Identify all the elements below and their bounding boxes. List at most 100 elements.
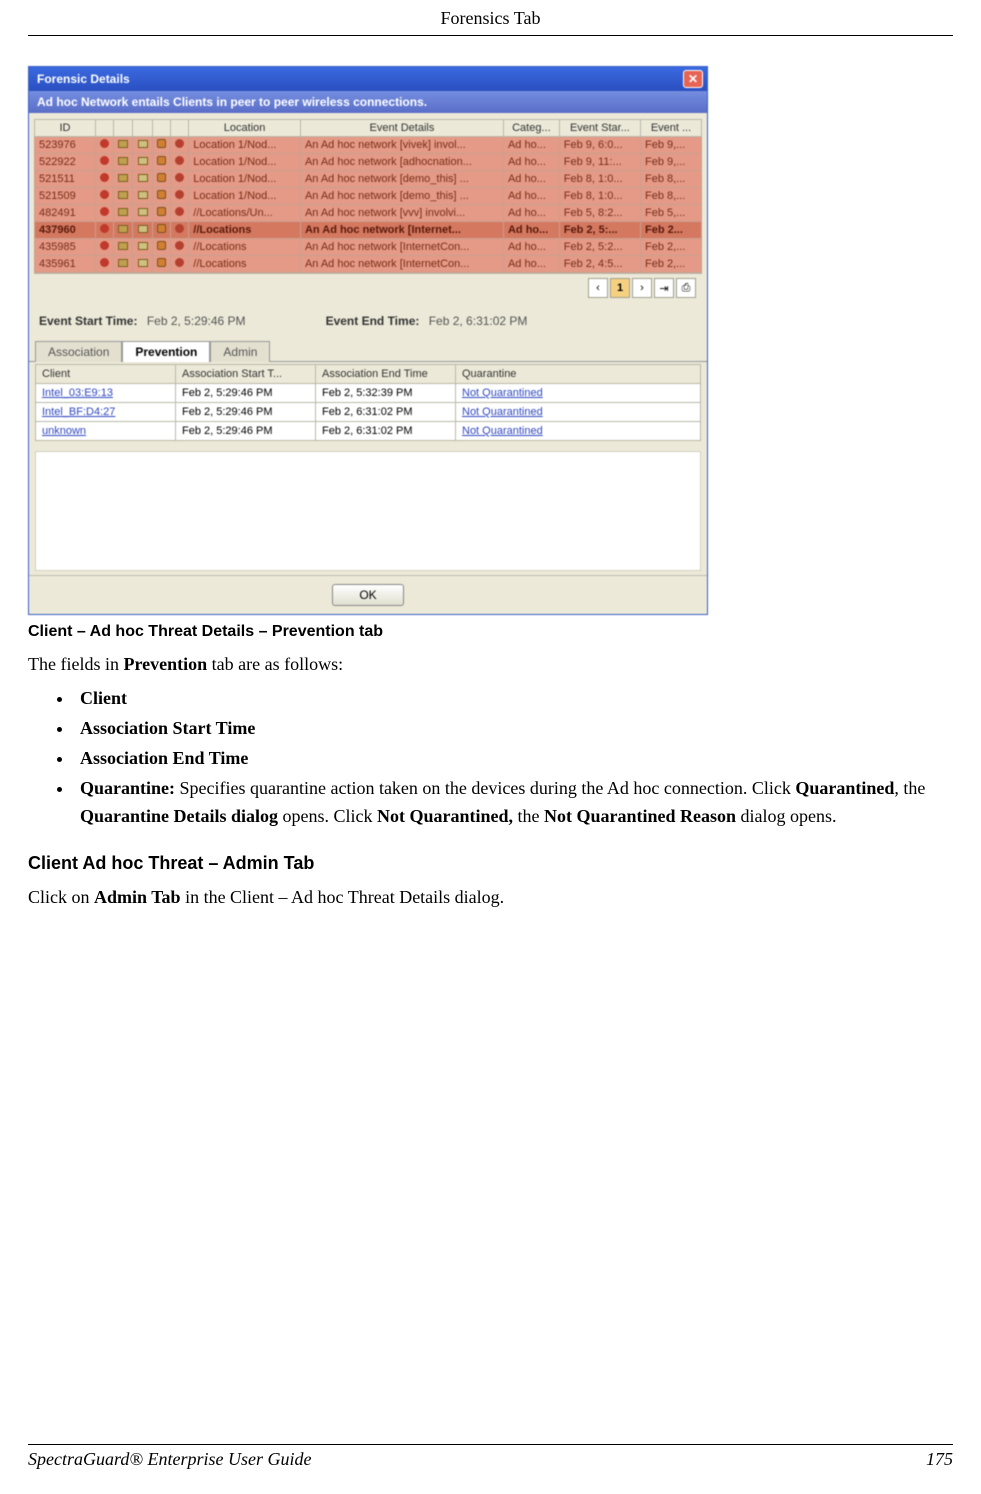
forensic-details-dialog: Forensic Details ✕ Ad hoc Network entail… bbox=[28, 66, 708, 615]
cell-assoc-end: Feb 2, 6:31:02 PM bbox=[316, 403, 456, 422]
cell-id: 435985 bbox=[35, 239, 96, 256]
table-row[interactable]: 523976Location 1/Nod...An Ad hoc network… bbox=[35, 137, 702, 154]
col-assoc-start[interactable]: Association Start T... bbox=[176, 365, 316, 384]
cell-end: Feb 8,... bbox=[641, 188, 702, 205]
alert-icon bbox=[95, 239, 113, 256]
table-row[interactable]: 435985//LocationsAn Ad hoc network [Inte… bbox=[35, 239, 702, 256]
flag-icon bbox=[133, 205, 152, 222]
table-row[interactable]: 482491//Locations/Un...An Ad hoc network… bbox=[35, 205, 702, 222]
device-icon bbox=[114, 205, 133, 222]
cell-location: Location 1/Nod... bbox=[189, 188, 301, 205]
print-icon[interactable]: ⎙ bbox=[676, 278, 696, 298]
admin-paragraph: Click on Admin Tab in the Client – Ad ho… bbox=[28, 884, 953, 910]
device-icon bbox=[114, 154, 133, 171]
col-client[interactable]: Client bbox=[36, 365, 176, 384]
alert-icon bbox=[95, 222, 113, 239]
cell-details: An Ad hoc network [demo_this] ... bbox=[300, 188, 503, 205]
ok-button[interactable]: OK bbox=[332, 584, 403, 606]
alert-icon bbox=[95, 205, 113, 222]
table-row[interactable]: 521509Location 1/Nod...An Ad hoc network… bbox=[35, 188, 702, 205]
cell-assoc-end: Feb 2, 5:32:39 PM bbox=[316, 384, 456, 403]
cell-location: Location 1/Nod... bbox=[189, 154, 301, 171]
lock-icon bbox=[152, 205, 170, 222]
client-link[interactable]: Intel_BF:D4:27 bbox=[36, 403, 176, 422]
pager-page-button[interactable]: 1 bbox=[610, 278, 630, 298]
tab-admin[interactable]: Admin bbox=[210, 341, 270, 362]
cell-location: Location 1/Nod... bbox=[189, 137, 301, 154]
end-time-value: Feb 2, 6:31:02 PM bbox=[429, 314, 528, 328]
section-heading-admin: Client Ad hoc Threat – Admin Tab bbox=[28, 853, 953, 874]
lock-icon bbox=[152, 137, 170, 154]
list-item: Client bbox=[74, 685, 953, 713]
col-end[interactable]: Event ... bbox=[641, 120, 702, 137]
cell-start: Feb 8, 1:0... bbox=[559, 188, 640, 205]
subtabs: Association Prevention Admin bbox=[29, 340, 707, 362]
status-icon bbox=[171, 222, 189, 239]
cell-category: Ad ho... bbox=[503, 154, 559, 171]
pager-jump-button[interactable]: ⇥ bbox=[654, 278, 674, 298]
cell-category: Ad ho... bbox=[503, 137, 559, 154]
cell-location: //Locations bbox=[189, 256, 301, 273]
list-item: Quarantine: Specifies quarantine action … bbox=[74, 775, 953, 831]
cell-details: An Ad hoc network [vivek] invol... bbox=[300, 137, 503, 154]
cell-category: Ad ho... bbox=[503, 205, 559, 222]
col-icon bbox=[133, 120, 152, 137]
cell-end: Feb 8,... bbox=[641, 171, 702, 188]
cell-category: Ad ho... bbox=[503, 171, 559, 188]
col-assoc-end[interactable]: Association End Time bbox=[316, 365, 456, 384]
cell-start: Feb 2, 5:... bbox=[559, 222, 640, 239]
lock-icon bbox=[152, 188, 170, 205]
cell-id: 437960 bbox=[35, 222, 96, 239]
status-icon bbox=[171, 188, 189, 205]
col-location[interactable]: Location bbox=[189, 120, 301, 137]
cell-end: Feb 2... bbox=[641, 222, 702, 239]
page-number: 175 bbox=[926, 1449, 953, 1470]
quarantine-link[interactable]: Not Quarantined bbox=[456, 403, 701, 422]
quarantine-link[interactable]: Not Quarantined bbox=[456, 384, 701, 403]
device-icon bbox=[114, 239, 133, 256]
cell-assoc-start: Feb 2, 5:29:46 PM bbox=[176, 403, 316, 422]
table-row[interactable]: Intel_03:E9:13Feb 2, 5:29:46 PMFeb 2, 5:… bbox=[36, 384, 701, 403]
table-row[interactable]: Intel_BF:D4:27Feb 2, 5:29:46 PMFeb 2, 6:… bbox=[36, 403, 701, 422]
flag-icon bbox=[133, 171, 152, 188]
tab-prevention[interactable]: Prevention bbox=[122, 341, 210, 362]
flag-icon bbox=[133, 137, 152, 154]
client-link[interactable]: unknown bbox=[36, 422, 176, 441]
lock-icon bbox=[152, 154, 170, 171]
col-quarantine[interactable]: Quarantine bbox=[456, 365, 701, 384]
cell-location: //Locations bbox=[189, 239, 301, 256]
cell-start: Feb 2, 4:5... bbox=[559, 256, 640, 273]
close-icon[interactable]: ✕ bbox=[683, 70, 703, 88]
table-row[interactable]: unknownFeb 2, 5:29:46 PMFeb 2, 6:31:02 P… bbox=[36, 422, 701, 441]
cell-start: Feb 8, 1:0... bbox=[559, 171, 640, 188]
field-list: Client Association Start Time Associatio… bbox=[74, 685, 953, 830]
alert-icon bbox=[95, 154, 113, 171]
status-icon bbox=[171, 137, 189, 154]
cell-details: An Ad hoc network [demo_this] ... bbox=[300, 171, 503, 188]
table-row[interactable]: 437960//LocationsAn Ad hoc network [Inte… bbox=[35, 222, 702, 239]
pager-next-button[interactable]: › bbox=[632, 278, 652, 298]
pager-first-button[interactable]: ‹ bbox=[588, 278, 608, 298]
quarantine-link[interactable]: Not Quarantined bbox=[456, 422, 701, 441]
table-row[interactable]: 522922Location 1/Nod...An Ad hoc network… bbox=[35, 154, 702, 171]
col-id[interactable]: ID bbox=[35, 120, 96, 137]
col-start[interactable]: Event Star... bbox=[559, 120, 640, 137]
cell-start: Feb 2, 5:2... bbox=[559, 239, 640, 256]
cell-details: An Ad hoc network [adhocnation... bbox=[300, 154, 503, 171]
cell-category: Ad ho... bbox=[503, 239, 559, 256]
cell-location: //Locations bbox=[189, 222, 301, 239]
cell-id: 482491 bbox=[35, 205, 96, 222]
status-icon bbox=[171, 171, 189, 188]
table-row[interactable]: 521511Location 1/Nod...An Ad hoc network… bbox=[35, 171, 702, 188]
client-link[interactable]: Intel_03:E9:13 bbox=[36, 384, 176, 403]
cell-start: Feb 9, 11:... bbox=[559, 154, 640, 171]
col-details[interactable]: Event Details bbox=[300, 120, 503, 137]
tab-association[interactable]: Association bbox=[35, 341, 122, 362]
col-icon bbox=[95, 120, 113, 137]
start-time-label: Event Start Time: bbox=[39, 314, 137, 328]
flag-icon bbox=[133, 188, 152, 205]
table-row[interactable]: 435961//LocationsAn Ad hoc network [Inte… bbox=[35, 256, 702, 273]
cell-end: Feb 2,... bbox=[641, 256, 702, 273]
alert-icon bbox=[95, 256, 113, 273]
col-category[interactable]: Categ... bbox=[503, 120, 559, 137]
